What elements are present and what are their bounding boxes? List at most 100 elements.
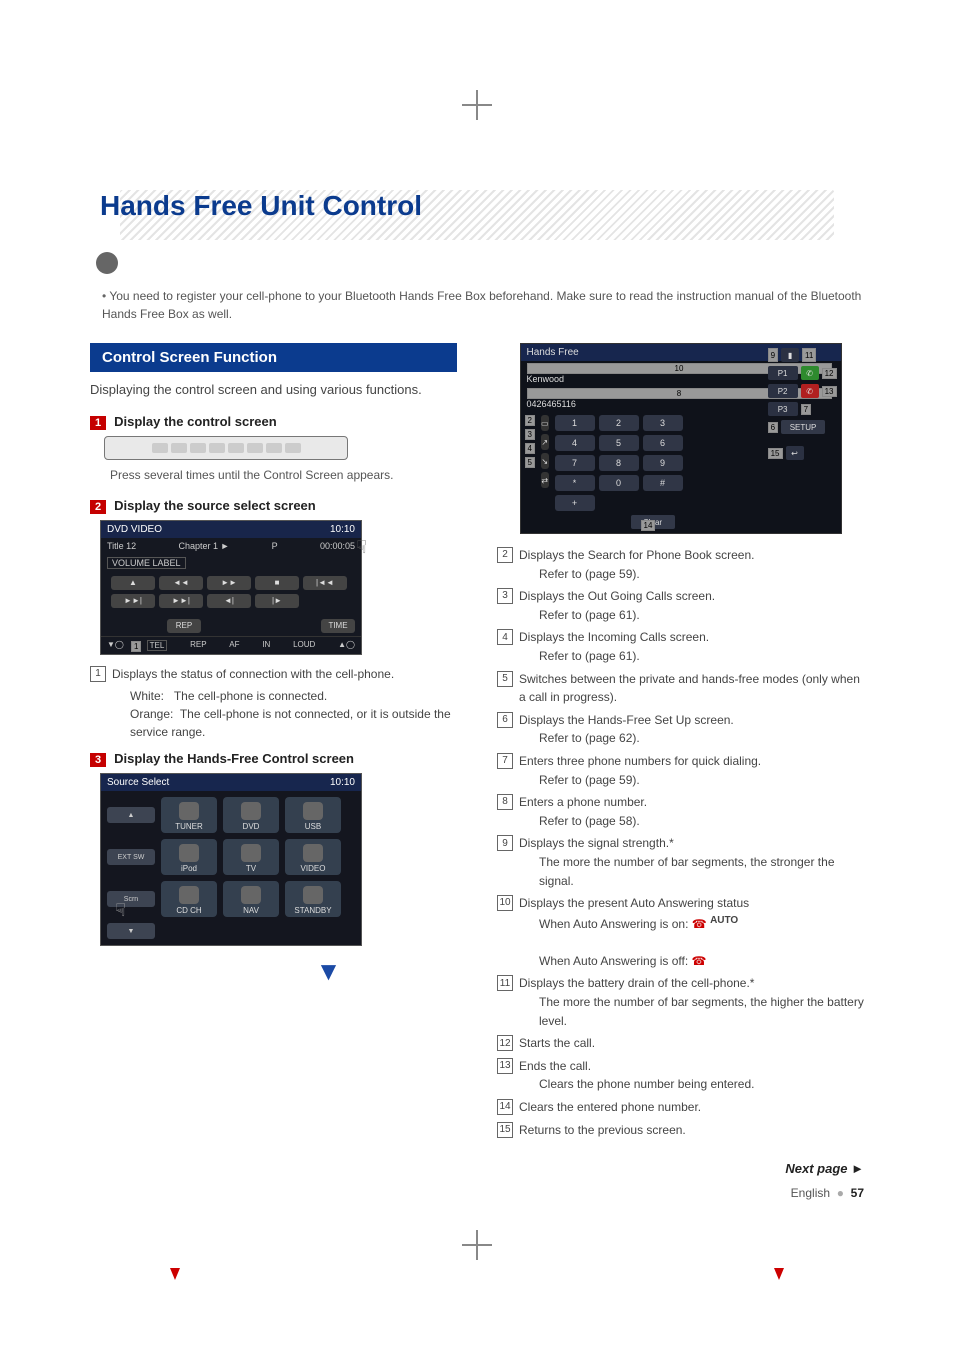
btn: |► [255,594,299,608]
incoming-icon: ↘ [541,453,549,469]
tel-indicator: TEL [147,640,168,651]
remote-control-illustration [104,436,348,460]
btn: ▲ [111,576,155,590]
touch-hand-icon: ☟ [115,900,126,921]
callout-item: 3Displays the Out Going Calls screen.Ref… [497,587,864,624]
step-number: 3 [90,753,106,767]
crop-mark-top-icon [462,90,492,120]
btn: ►► [207,576,251,590]
outgoing-icon: ↗ [541,434,549,450]
step-3: 3 Display the Hands-Free Control screen [90,751,457,767]
keypad-hash: # [643,475,683,491]
ss-usb: USB [285,797,341,833]
callout-number: 9 [497,835,513,851]
callout-7: 7 [801,404,811,415]
callout-descriptions: 2Displays the Search for Phone Book scre… [497,546,864,1139]
section-header: Control Screen Function [90,343,457,372]
nav-icon [241,886,261,904]
bullet-icon: ● [833,1186,847,1200]
section-intro: Displaying the control screen and using … [90,380,457,400]
dvd-time: 00:00:05 [320,541,355,551]
callout-text: Ends the call.Clears the phone number be… [519,1057,754,1094]
return-icon: ↩ [786,446,804,460]
callout-item: 10Displays the present Auto Answering st… [497,894,864,970]
flow-arrow-down-icon [774,1268,784,1280]
callout-text: Enters three phone numbers for quick dia… [519,752,761,789]
callout-number: 6 [497,712,513,728]
tuner-icon [179,802,199,820]
keypad-5: 5 [599,435,639,451]
ss-video: VIDEO [285,839,341,875]
call-start-icon: ✆ [801,366,819,380]
btn: ◄◄ [159,576,203,590]
right-column: Hands Free 10 Kenwood 8 0426465116 2 3 4… [497,343,864,1200]
hands-free-screenshot: Hands Free 10 Kenwood 8 0426465116 2 3 4… [520,343,842,534]
left-column: Control Screen Function Displaying the c… [90,343,457,991]
note-item: You need to register your cell-phone to … [102,287,864,323]
white-label: White: [130,689,164,703]
callout-text: Returns to the previous screen. [519,1121,686,1140]
ss-ipod: iPod [161,839,217,875]
keypad-0: 0 [599,475,639,491]
ss-header: Source Select [107,777,169,788]
next-page-label: Next page ► [497,1161,864,1176]
callout-4: 4 [525,443,535,454]
callout-item: 11 Displays the battery drain of the cell… [497,974,864,1030]
callout-12: 12 [822,368,837,379]
step-1-caption: Press several times until the Control Sc… [110,466,447,484]
step-1: 1 Display the control screen [90,414,457,430]
callout-number: 8 [497,794,513,810]
callout-text: Displays the battery drain of the cell-p… [519,974,864,1030]
flow-arrow-down-icon [170,1268,180,1280]
callout-item: 2Displays the Search for Phone Book scre… [497,546,864,583]
tv-icon [241,844,261,862]
callout-item: 5 Switches between the private and hands-… [497,670,864,707]
keypad-9: 9 [643,455,683,471]
keypad-3: 3 [643,415,683,431]
ipod-icon [179,844,199,862]
callout-number: 15 [497,1122,513,1138]
hf-brand: Kenwood [527,374,565,384]
af-indicator: AF [229,640,239,651]
callout-5: 5 [525,457,535,468]
loud-indicator: LOUD [293,640,315,651]
step-number: 1 [90,416,106,430]
ss-dvd: DVD [223,797,279,833]
ss-side: ▲ [107,807,155,823]
dvd-transport-buttons: ▲ ◄◄ ►► ■ |◄◄ ►►| ►►| ◄| |► [101,572,361,616]
p2-button: P2 [768,384,798,398]
callout-number: 12 [497,1035,513,1051]
dvd-title: Title 12 [107,541,136,551]
keypad-2: 2 [599,415,639,431]
hf-number: 0426465116 [527,399,576,409]
keypad-8: 8 [599,455,639,471]
info-bubble-icon [96,252,118,274]
callout-item: 15 Returns to the previous screen. [497,1121,864,1140]
callout-item: 13 Ends the call.Clears the phone number … [497,1057,864,1094]
call-end-icon: ✆ [801,384,819,398]
callout-text: Enters a phone number.Refer to (page 58)… [519,793,647,830]
white-text: The cell-phone is connected. [174,689,327,703]
keypad-star: * [555,475,595,491]
status-list: 1 Displays the status of connection with… [90,665,457,684]
status-1-text: Displays the status of connection with t… [112,665,394,684]
callout-number: 11 [497,975,513,991]
callout-14: 14 [641,520,656,531]
callout-text: Switches between the private and hands-f… [519,670,864,707]
down-arrow-icon: ▼ [200,956,457,987]
callout-number: 13 [497,1058,513,1074]
source-select-screenshot: Source Select 10:10 ▲ TUNER DVD USB EXT … [100,773,362,946]
callout-1: 1 [131,641,141,652]
step-2: 2 Display the source select screen [90,498,457,514]
callout-text: Displays the Incoming Calls screen.Refer… [519,628,709,665]
usb-icon [303,802,323,820]
dvd-chapter: Chapter 1 ► [178,541,229,551]
setup-button: SETUP [781,420,825,434]
callout-item: 14Clears the entered phone number. [497,1098,864,1117]
notes-list: You need to register your cell-phone to … [102,287,864,323]
callout-number: 5 [497,671,513,687]
callout-text: Displays the Search for Phone Book scree… [519,546,754,583]
cdch-icon [179,886,199,904]
ss-tuner: TUNER [161,797,217,833]
phone-icon: ☎ [692,954,707,968]
